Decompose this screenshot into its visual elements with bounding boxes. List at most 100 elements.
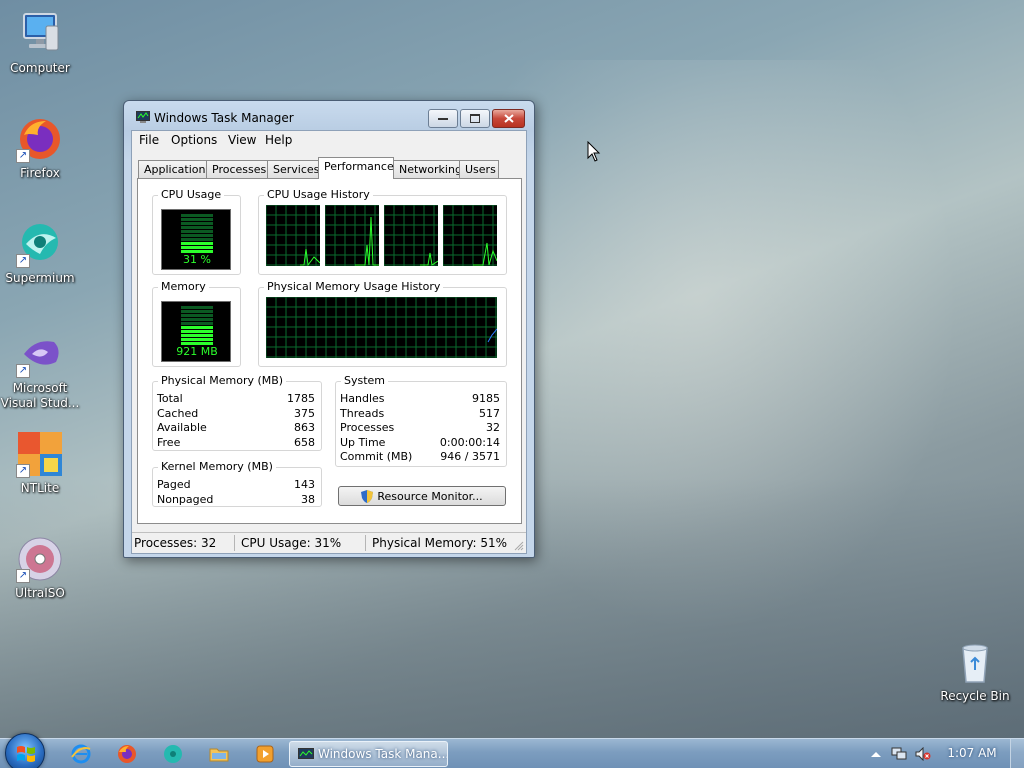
task-manager-icon xyxy=(298,748,314,759)
taskbar-button-task-manager[interactable]: Windows Task Mana... xyxy=(289,741,448,767)
stat-value: 1785 xyxy=(287,392,315,405)
tab-services[interactable]: Services xyxy=(267,160,319,179)
maximize-button[interactable] xyxy=(460,109,490,128)
stat-key: Paged xyxy=(157,478,191,491)
performance-panel: CPU Usage 31 % CPU Usage History Memory … xyxy=(137,178,522,524)
meter-segment xyxy=(181,218,213,221)
cpu-core-graph-3 xyxy=(383,204,439,266)
task-manager-window[interactable]: Windows Task Manager File Options View H… xyxy=(123,100,535,558)
stat-value: 38 xyxy=(301,493,315,506)
stat-key: Threads xyxy=(340,407,385,420)
status-processes: Processes: 32 xyxy=(134,536,217,550)
menu-view[interactable]: View xyxy=(228,133,256,147)
internet-explorer-icon[interactable] xyxy=(70,743,92,765)
kernel-memory-group: Kernel Memory (MB) Paged 143 Nonpaged 38 xyxy=(152,460,322,508)
desktop-icon-label: NTLite xyxy=(20,481,60,495)
desktop-icon-visual-studio[interactable]: ↗ Microsoft Visual Stud... xyxy=(0,330,81,411)
shortcut-arrow-icon: ↗ xyxy=(16,569,30,583)
stat-key: Available xyxy=(157,421,207,434)
shortcut-arrow-icon: ↗ xyxy=(16,364,30,378)
recycle-bin-icon xyxy=(951,638,999,686)
menu-bar: File Options View Help xyxy=(132,131,526,151)
stat-key: Total xyxy=(157,392,183,405)
supermium-icon[interactable] xyxy=(162,743,184,765)
start-button[interactable] xyxy=(5,733,45,768)
physical-memory-row-total: Total 1785 xyxy=(157,392,315,407)
system-row-processes: Processes 32 xyxy=(340,421,500,436)
supermium-icon: ↗ xyxy=(16,220,64,268)
desktop-icon-firefox[interactable]: ↗ Firefox xyxy=(0,115,81,181)
firefox-icon: ↗ xyxy=(16,115,64,163)
volume-muted-icon[interactable] xyxy=(915,747,931,761)
tab-performance[interactable]: Performance xyxy=(318,157,394,179)
resource-monitor-button[interactable]: Resource Monitor... xyxy=(338,486,506,506)
window-titlebar[interactable]: Windows Task Manager xyxy=(124,101,534,131)
cpu-history-group: CPU Usage History xyxy=(258,188,507,275)
meter-segment xyxy=(181,222,213,225)
memory-history-label: Physical Memory Usage History xyxy=(264,280,444,293)
mouse-cursor-icon xyxy=(587,141,601,162)
menu-options[interactable]: Options xyxy=(171,133,217,147)
tab-users[interactable]: Users xyxy=(459,160,499,179)
meter-segment xyxy=(181,330,213,333)
menu-help[interactable]: Help xyxy=(265,133,292,147)
resize-grip-icon[interactable] xyxy=(514,541,524,551)
meter-segment xyxy=(181,214,213,217)
kernel-memory-row-nonpaged: Nonpaged 38 xyxy=(157,493,315,508)
meter-segment xyxy=(181,326,213,329)
meter-segment xyxy=(181,314,213,317)
taskbar-clock[interactable]: 1:07 AM xyxy=(944,746,1000,760)
stat-key: Handles xyxy=(340,392,385,405)
desktop-icon-label: Firefox xyxy=(20,166,60,180)
system-label: System xyxy=(341,374,389,387)
stat-value: 32 xyxy=(486,421,500,434)
uac-shield-icon xyxy=(361,489,374,503)
desktop-icon-ultraiso[interactable]: ↗ UltraISO xyxy=(0,535,81,601)
memory-label: Memory xyxy=(158,280,209,293)
system-row-threads: Threads 517 xyxy=(340,407,500,422)
tab-networking[interactable]: Networking xyxy=(393,160,462,179)
shortcut-arrow-icon: ↗ xyxy=(16,254,30,268)
stat-value: 0:00:00:14 xyxy=(439,436,500,449)
cpu-usage-value: 31 % xyxy=(183,253,211,266)
ntlite-icon: ↗ xyxy=(16,430,64,478)
status-separator xyxy=(365,535,366,551)
network-icon[interactable] xyxy=(891,747,907,761)
physical-memory-row-cached: Cached 375 xyxy=(157,407,315,422)
tab-applications[interactable]: Applications xyxy=(138,160,211,179)
status-separator xyxy=(234,535,235,551)
cpu-usage-group: CPU Usage 31 % xyxy=(152,188,241,275)
firefox-icon[interactable] xyxy=(116,743,138,765)
cpu-core-graph-3-plot xyxy=(383,204,439,266)
meter-segment xyxy=(181,310,213,313)
meter-segment xyxy=(181,226,213,229)
show-hidden-icons-arrow[interactable] xyxy=(868,747,884,761)
kernel-memory-label: Kernel Memory (MB) xyxy=(158,460,276,473)
file-explorer-icon[interactable] xyxy=(208,743,230,765)
meter-segment xyxy=(181,234,213,237)
desktop-icon-supermium[interactable]: ↗ Supermium xyxy=(0,220,81,286)
maximize-icon xyxy=(470,114,480,123)
tab-processes[interactable]: Processes xyxy=(206,160,268,179)
minimize-button[interactable] xyxy=(428,109,458,128)
meter-segment xyxy=(181,246,213,249)
memory-history-group: Physical Memory Usage History xyxy=(258,280,507,367)
desktop-icon-ntlite[interactable]: ↗ NTLite xyxy=(0,430,81,496)
desktop-icon-recycle-bin[interactable]: Recycle Bin xyxy=(934,638,1016,704)
memory-history-graph xyxy=(265,296,498,358)
meter-segment xyxy=(181,338,213,341)
show-desktop-button[interactable] xyxy=(1010,739,1024,768)
physical-memory-row-free: Free 658 xyxy=(157,436,315,451)
taskbar: Windows Task Mana... 1:07 AM xyxy=(0,733,1024,768)
menu-file[interactable]: File xyxy=(139,133,159,147)
ultraiso-icon: ↗ xyxy=(16,535,64,583)
desktop-icon-computer[interactable]: Computer xyxy=(0,10,81,76)
meter-segment xyxy=(181,306,213,309)
physical-memory-label: Physical Memory (MB) xyxy=(158,374,287,387)
close-button[interactable] xyxy=(492,109,525,128)
desktop-icon-label: Computer xyxy=(10,61,70,75)
stat-key: Cached xyxy=(157,407,199,420)
cpu-core-graph-1 xyxy=(265,204,321,267)
tab-strip: Applications Processes Services Performa… xyxy=(132,157,526,179)
media-player-icon[interactable] xyxy=(254,743,276,765)
